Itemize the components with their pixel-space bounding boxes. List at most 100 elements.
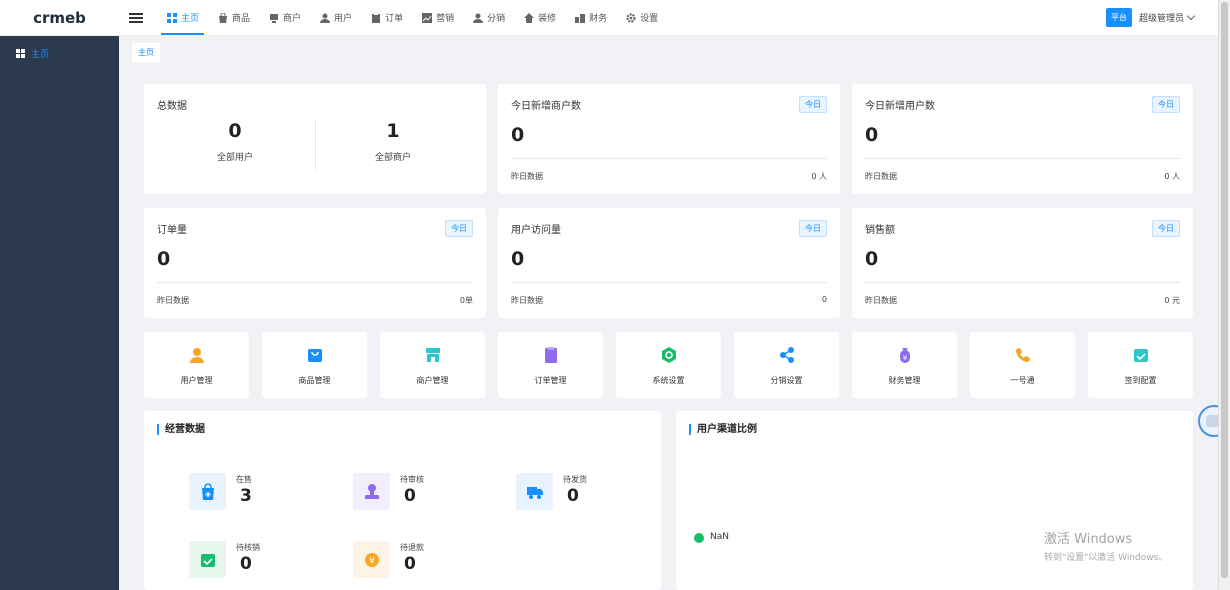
yesterday-label: 昨日数据 xyxy=(865,296,897,305)
panel-title: 经营数据 xyxy=(157,424,205,435)
phone-icon xyxy=(1014,346,1031,363)
bag-icon xyxy=(306,346,323,363)
share-icon xyxy=(778,346,795,363)
dashboard-icon xyxy=(166,12,177,23)
tag-home[interactable]: 主页 xyxy=(132,43,160,62)
nav-item-label: 装修 xyxy=(538,14,557,24)
quick-entry-finance-management[interactable]: ¥ 财务管理 xyxy=(852,332,957,398)
tag-bar: 主页 xyxy=(119,36,1218,68)
scrollbar[interactable] xyxy=(1218,0,1230,590)
divider xyxy=(315,120,316,170)
op-label: 待核销 xyxy=(236,543,260,552)
yesterday-value: 0 元 xyxy=(1164,296,1180,305)
quick-entry-user-management[interactable]: 用户管理 xyxy=(144,332,249,398)
scrollbar-thumb[interactable] xyxy=(1221,2,1228,578)
today-badge: 今日 xyxy=(799,96,827,113)
card-title: 今日新增用户数 xyxy=(865,101,935,112)
total-merchants: 1 全部商户 xyxy=(318,120,468,163)
clipboard-icon xyxy=(542,346,559,363)
logo[interactable]: crmeb xyxy=(0,0,119,36)
today-badge: 今日 xyxy=(1152,96,1180,113)
yesterday-label: 昨日数据 xyxy=(511,172,543,181)
nav-item-decoration[interactable]: 装修 xyxy=(514,0,565,36)
nav-item-label: 分销 xyxy=(487,14,506,24)
nav-item-label: 商品 xyxy=(232,14,251,24)
op-label: 待审核 xyxy=(400,475,424,484)
total-users-value: 0 xyxy=(228,120,242,142)
quick-entry-product-management[interactable]: 商品管理 xyxy=(262,332,367,398)
dashboard-icon xyxy=(16,48,25,58)
divider xyxy=(865,282,1180,283)
nav-item-home[interactable]: 主页 xyxy=(157,0,208,36)
nav-item-label: 设置 xyxy=(640,14,659,24)
today-badge: 今日 xyxy=(799,220,827,237)
nav-item-distribution[interactable]: 分销 xyxy=(463,0,514,36)
quick-entry-label: 商品管理 xyxy=(298,376,331,385)
nav-item-label: 营销 xyxy=(436,14,455,24)
bag-icon xyxy=(217,12,228,23)
quick-entry-system-settings[interactable]: 系统设置 xyxy=(616,332,721,398)
op-on-sale[interactable]: 在售 3 xyxy=(189,473,339,513)
op-pending-review[interactable]: 待审核 0 xyxy=(353,473,503,513)
yesterday-label: 昨日数据 xyxy=(865,172,897,181)
admin-name[interactable]: 超级管理员 xyxy=(1139,11,1184,24)
stat-value: 0 xyxy=(511,124,525,146)
op-value: 0 xyxy=(240,554,252,574)
total-data-card: 总数据 0 全部用户 1 全部商户 xyxy=(144,84,486,194)
quick-entry-distribution-settings[interactable]: 分销设置 xyxy=(734,332,839,398)
clipboard-icon xyxy=(370,12,381,23)
quick-entry-label: 财务管理 xyxy=(888,376,921,385)
nav-item-marketing[interactable]: 营销 xyxy=(412,0,463,36)
op-label: 在售 xyxy=(236,475,252,484)
quick-entry-order-management[interactable]: 订单管理 xyxy=(498,332,603,398)
nav-item-finance[interactable]: 财务 xyxy=(565,0,616,36)
op-pending-shipment[interactable]: 待发货 0 xyxy=(516,473,666,513)
quick-entry-label: 用户管理 xyxy=(180,376,213,385)
quick-entry-merchant-management[interactable]: 商户管理 xyxy=(380,332,485,398)
op-pending-refund[interactable]: ¥ 待退款 0 xyxy=(353,541,503,581)
truck-icon xyxy=(516,473,553,510)
legend-dot[interactable] xyxy=(694,533,704,543)
store-icon xyxy=(424,346,441,363)
calendar-check-icon xyxy=(189,541,226,578)
op-value: 0 xyxy=(404,486,416,506)
nav-item-label: 订单 xyxy=(385,14,404,24)
card-title: 总数据 xyxy=(157,101,187,112)
quick-entry-label: 订单管理 xyxy=(534,376,567,385)
op-value: 0 xyxy=(567,486,579,506)
nav-item-products[interactable]: 商品 xyxy=(208,0,259,36)
nav-item-settings[interactable]: 设置 xyxy=(616,0,667,36)
channel-panel: 用户渠道比例 NaN xyxy=(676,411,1193,590)
today-badge: 今日 xyxy=(1152,220,1180,237)
store-icon xyxy=(268,12,279,23)
quick-entry-yihaotong[interactable]: 一号通 xyxy=(970,332,1075,398)
platform-badge: 平台 xyxy=(1105,8,1132,27)
legend-label[interactable]: NaN xyxy=(710,532,729,542)
op-label: 待发货 xyxy=(563,475,587,484)
user-menu[interactable]: 平台 超级管理员 xyxy=(1105,8,1218,27)
chevron-down-icon[interactable] xyxy=(1186,11,1196,21)
quick-entry-sign-in-config[interactable]: 签到配置 xyxy=(1088,332,1193,398)
divider xyxy=(511,282,827,283)
quick-entry-label: 系统设置 xyxy=(652,376,685,385)
stat-value: 0 xyxy=(157,248,171,270)
today-badge: 今日 xyxy=(445,220,473,237)
svg-text:¥: ¥ xyxy=(902,354,907,362)
nav-item-merchants[interactable]: 商户 xyxy=(259,0,310,36)
sidebar-item-home[interactable]: 主页 xyxy=(0,36,119,70)
op-pending-verification[interactable]: 待核销 0 xyxy=(189,541,339,581)
menu-collapse-icon[interactable] xyxy=(129,11,143,25)
nav-item-orders[interactable]: 订单 xyxy=(361,0,412,36)
nav-item-users[interactable]: 用户 xyxy=(310,0,361,36)
nav-item-label: 财务 xyxy=(589,14,608,24)
yesterday-value: 0 人 xyxy=(1164,172,1180,181)
user-share-icon xyxy=(472,12,483,23)
yesterday-value: 0 人 xyxy=(811,172,827,181)
divider xyxy=(511,158,827,159)
total-users: 0 全部用户 xyxy=(160,120,310,163)
watermark-subtitle: 转到"设置"以激活 Windows。 xyxy=(1044,553,1168,563)
card-title: 订单量 xyxy=(157,225,187,236)
home-icon xyxy=(523,12,534,23)
card-title: 用户访问量 xyxy=(511,225,561,236)
card-title: 今日新增商户数 xyxy=(511,101,581,112)
